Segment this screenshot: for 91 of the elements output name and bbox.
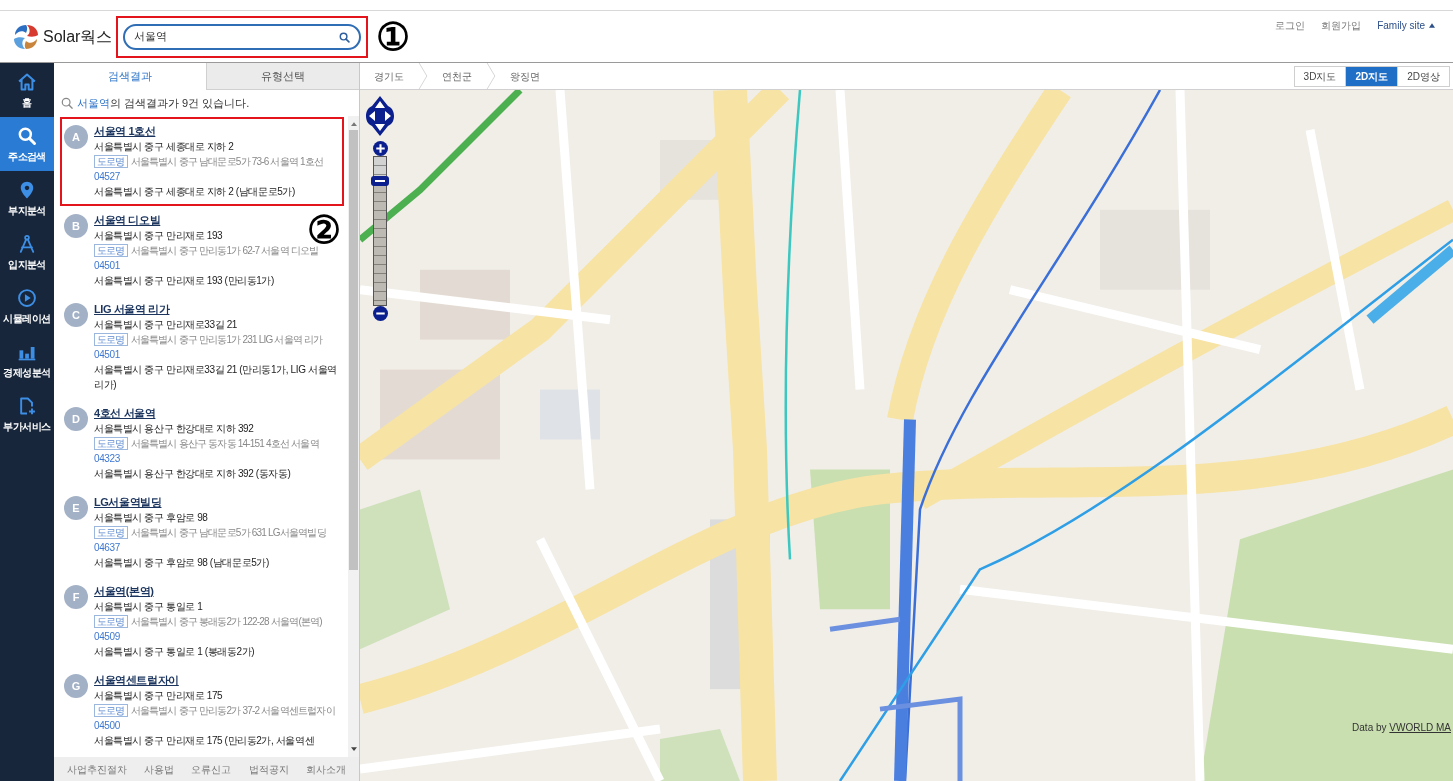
full-address: 서울특별시 중구 만리재로 193 (만리동1가): [94, 274, 276, 288]
family-site-menu[interactable]: Family site: [1377, 18, 1435, 33]
lot-address: 서울특별시 중구 만리동1가 62-7 서울역 디오빌: [130, 245, 319, 258]
scroll-down-icon[interactable]: [350, 747, 357, 751]
full-address: 서울특별시 중구 만리재로 175 (만리동2가, 서울역센: [94, 734, 316, 748]
caret-up-icon[interactable]: [1429, 23, 1435, 28]
lot-address: 서울특별시 중구 남대문로5가 73-6 서울역 1호선: [130, 155, 324, 169]
road-address: 서울특별시 중구 세종대로 지하 2: [94, 140, 235, 154]
road-name-tag: 도로명: [94, 437, 128, 450]
result-marker: G: [64, 674, 88, 698]
sidebar-item[interactable]: 입지분석: [0, 225, 54, 279]
road-name-tag: 도로명: [94, 244, 128, 257]
road-address: 서울특별시 중구 후암로 98: [94, 511, 209, 525]
road-address: 서울특별시 중구 만리재로 193: [94, 229, 224, 243]
result-marker: D: [64, 407, 88, 431]
sidebar-item[interactable]: 부지분석: [0, 171, 54, 225]
zoom-slider-thumb[interactable]: [371, 175, 389, 186]
map-attribution: Data by VWORLD MA: [1352, 721, 1451, 735]
search-icon: [61, 97, 73, 109]
result-marker: A: [64, 125, 88, 149]
pan-arrows-icon[interactable]: [366, 96, 394, 136]
footer-link[interactable]: 사업추진절차: [66, 761, 127, 777]
document-plus-icon: [17, 396, 37, 416]
full-address: 서울특별시 용산구 한강대로 지하 392 (동자동): [94, 467, 292, 481]
road-address: 서울특별시 중구 만리재로33길 21: [94, 318, 238, 332]
search-field[interactable]: 서울역: [123, 23, 362, 50]
result-title-link[interactable]: LIG 서울역 리가: [94, 302, 170, 317]
postal-code: 04501: [94, 348, 121, 362]
postal-code: 04637: [94, 541, 121, 555]
scroll-up-icon[interactable]: [350, 122, 357, 126]
postal-code: 04500: [94, 719, 121, 733]
full-address: 서울특별시 중구 후암로 98 (남대문로5가): [94, 556, 270, 570]
scrollbar[interactable]: [348, 116, 359, 757]
road-name-tag: 도로명: [94, 333, 128, 346]
postal-code: 04527: [94, 170, 121, 184]
full-address: 서울특별시 중구 통일로 1 (봉래동2가): [94, 645, 256, 659]
result-title-link[interactable]: 4호선 서울역: [94, 406, 156, 421]
sidebar-item[interactable]: 홈: [0, 63, 54, 117]
zoom-out-icon[interactable]: [372, 306, 388, 321]
result-marker: B: [64, 214, 88, 238]
sidebar-item[interactable]: 주소검색: [0, 117, 54, 171]
drafting-compass-icon: [17, 234, 37, 254]
breadcrumb-item[interactable]: 경기도: [360, 68, 418, 84]
attribution-link[interactable]: VWORLD MA: [1389, 722, 1451, 733]
logo-icon[interactable]: [12, 22, 40, 51]
tab[interactable]: 유형선택: [206, 63, 359, 90]
lot-address: 서울특별시 용산구 동자동 14-151 4호선 서울역: [130, 437, 319, 451]
sidebar-item[interactable]: 부가서비스: [0, 387, 54, 441]
breadcrumb-item[interactable]: 왕징면: [496, 68, 554, 84]
result-title-link[interactable]: 서울역(본역): [94, 584, 154, 599]
result-title-link[interactable]: 서울역 1호선: [94, 124, 156, 139]
result-title-link[interactable]: 서울역센트럴자이: [94, 673, 179, 688]
road-address: 서울특별시 중구 만리재로 175: [94, 689, 224, 703]
road-name-tag: 도로명: [94, 526, 128, 539]
lot-address: 서울특별시 중구 만리동2가 37-2 서울역센트럴자이: [130, 704, 335, 718]
view-mode-button[interactable]: 2D지도: [1345, 66, 1398, 86]
search-icon: [17, 126, 37, 146]
header-link[interactable]: 회원가입: [1321, 18, 1362, 33]
footer-link[interactable]: 오류신고: [191, 761, 232, 777]
road-name-tag: 도로명: [94, 704, 128, 717]
lot-address: 서울특별시 중구 봉래동2가 122-28 서울역(본역): [130, 615, 322, 629]
lot-address: 서울특별시 중구 남대문로5가 631 LG서울역빌딩: [130, 526, 326, 540]
road-name-tag: 도로명: [94, 615, 128, 628]
footer-link[interactable]: 회사소개: [306, 761, 347, 777]
sidebar-item[interactable]: 시뮬레이션: [0, 279, 54, 333]
postal-code: 04323: [94, 452, 121, 466]
home-icon: [17, 72, 37, 92]
logo-text[interactable]: Solar웍스: [43, 24, 113, 49]
road-address: 서울특별시 용산구 한강대로 지하 392: [94, 422, 255, 436]
postal-code: 04501: [94, 259, 121, 273]
result-title-link[interactable]: LG서울역빌딩: [94, 495, 162, 510]
result-marker: E: [64, 496, 88, 520]
full-address: 서울특별시 중구 만리재로33길 21 (만리동1가, LIG 서울역 리가): [94, 363, 338, 392]
result-marker: F: [64, 585, 88, 609]
footer-link[interactable]: 사용법: [144, 761, 175, 777]
search-icon[interactable]: [339, 31, 351, 43]
sidebar-item[interactable]: 경제성분석: [0, 333, 54, 387]
full-address: 서울특별시 중구 세종대로 지하 2 (남대문로5가): [94, 185, 296, 199]
footer-link[interactable]: 법적공지: [248, 761, 289, 777]
breadcrumb-item[interactable]: 연천군: [428, 68, 486, 84]
play-circle-icon: [17, 288, 37, 308]
postal-code: 04509: [94, 630, 121, 644]
road-name-tag: 도로명: [94, 155, 128, 168]
road-address: 서울특별시 중구 통일로 1: [94, 600, 204, 614]
lot-address: 서울특별시 중구 만리동1가 231 LIG 서울역 리가: [130, 333, 323, 347]
result-marker: C: [64, 303, 88, 327]
result-summary: 서울역의 검색결과가 9건 있습니다.: [77, 95, 250, 111]
zoom-in-icon[interactable]: [372, 141, 388, 156]
result-title-link[interactable]: 서울역 디오빌: [94, 213, 161, 228]
header-link[interactable]: 로그인: [1275, 18, 1306, 33]
callout-number: ①: [376, 17, 411, 56]
